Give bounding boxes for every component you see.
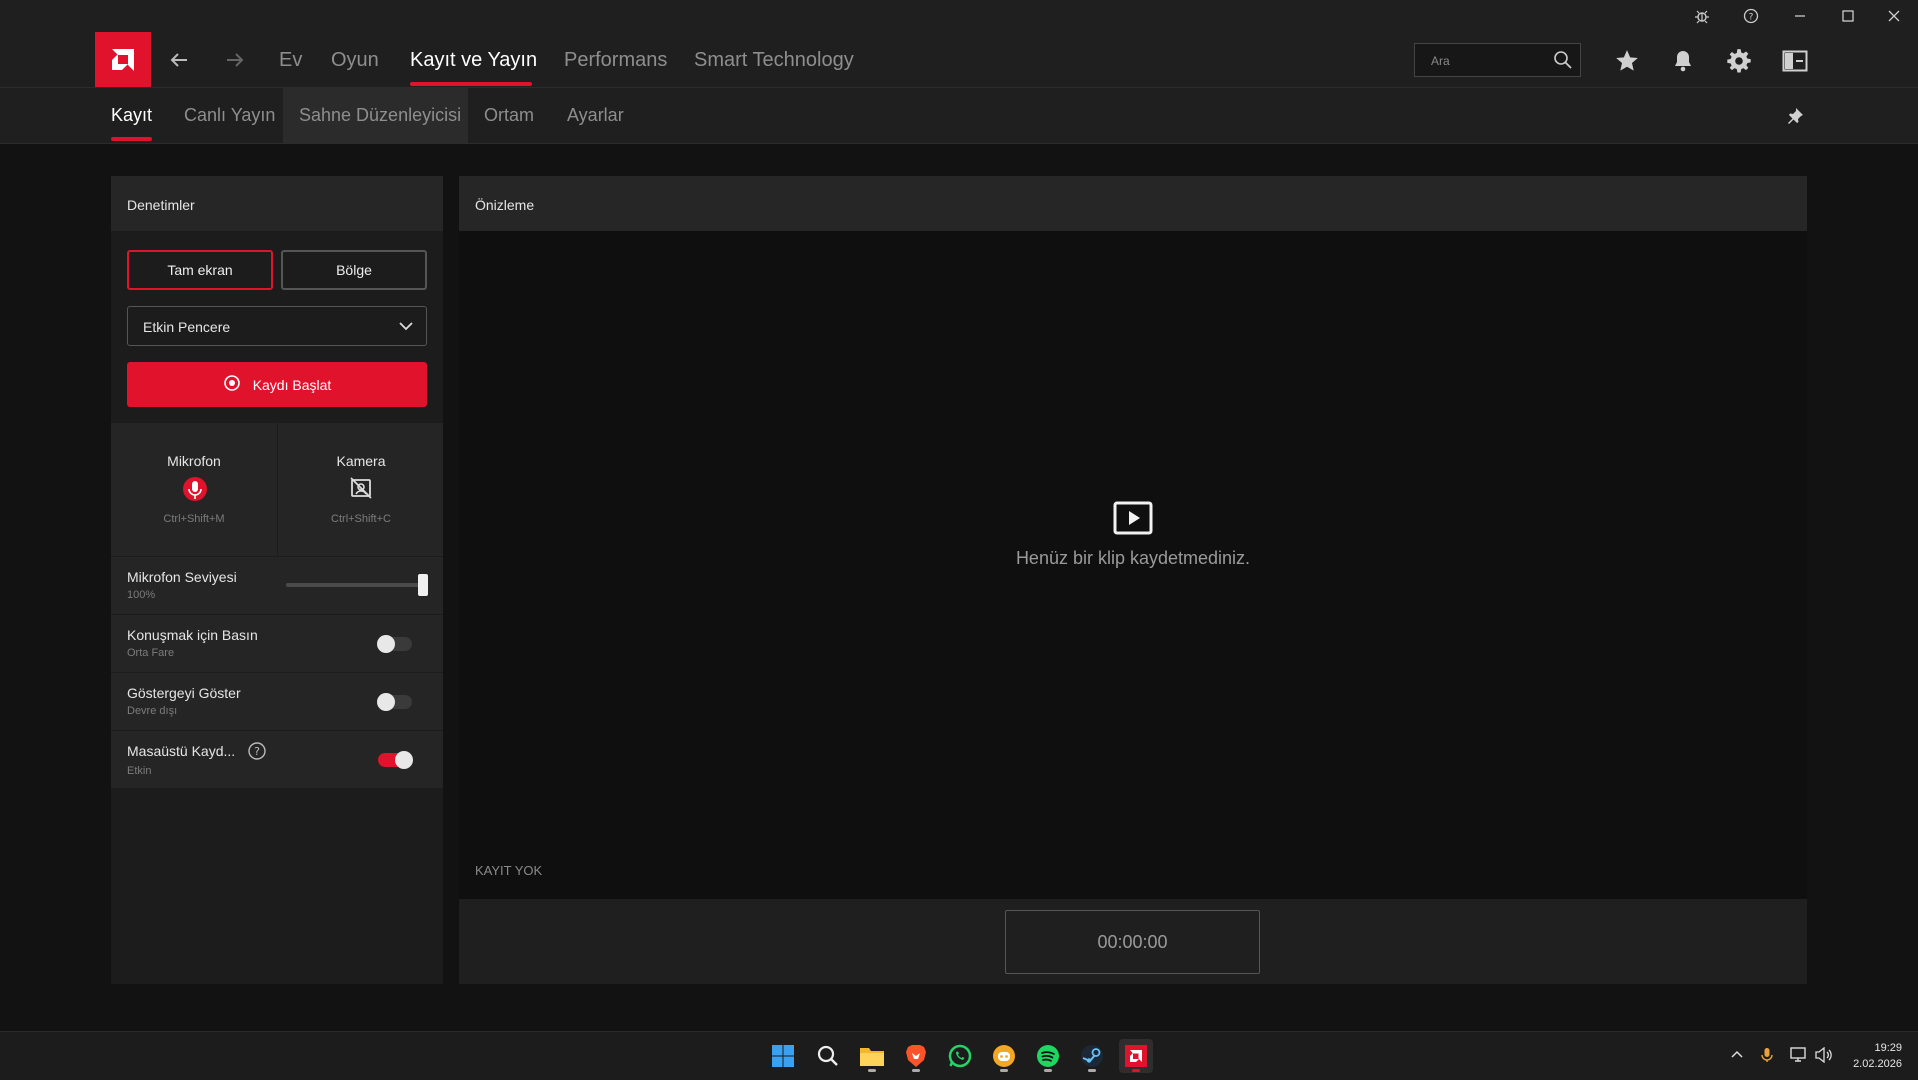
mic-level-row: Mikrofon Seviyesi 100%	[111, 557, 443, 614]
preview-title: Önizleme	[475, 197, 535, 213]
windows-start-icon[interactable]	[766, 1039, 800, 1073]
sidebar-panel-icon[interactable]	[1779, 45, 1811, 77]
nav-tab-gaming[interactable]: Oyun	[331, 49, 379, 72]
show-indicator-label: Göstergeyi Göster	[127, 685, 241, 701]
amd-software-icon[interactable]	[1119, 1039, 1153, 1073]
desktop-record-sub: Etkin	[127, 765, 152, 777]
microphone-tray-icon[interactable]	[1756, 1044, 1778, 1066]
svg-text:?: ?	[1749, 13, 1754, 23]
mic-level-value: 100%	[127, 589, 156, 601]
discord-icon[interactable]	[987, 1039, 1021, 1073]
minimize-icon[interactable]	[1786, 4, 1814, 28]
favorites-star-icon[interactable]	[1611, 45, 1643, 77]
microphone-label: Mikrofon	[167, 453, 221, 469]
region-button[interactable]: Bölge	[281, 250, 427, 290]
recording-status: KAYIT YOK	[475, 863, 543, 878]
push-to-talk-sub: Orta Fare	[127, 647, 175, 659]
forward-arrow-icon[interactable]	[221, 46, 249, 74]
search-icon[interactable]	[1553, 50, 1573, 75]
subtab-settings[interactable]: Ayarlar	[551, 88, 640, 143]
camera-off-icon	[349, 476, 373, 505]
show-indicator-toggle[interactable]	[377, 693, 412, 711]
recording-timer: 00:00:00	[1005, 910, 1260, 974]
nav-active-indicator	[410, 82, 532, 86]
push-to-talk-row: Konuşmak için Basın Orta Fare	[111, 615, 443, 672]
subtab-record[interactable]: Kayıt	[95, 88, 168, 143]
title-bar: ?	[0, 0, 1918, 32]
mic-level-label: Mikrofon Seviyesi	[127, 569, 237, 585]
preview-panel	[459, 176, 1807, 984]
record-icon	[223, 374, 241, 395]
nav-tab-performance[interactable]: Performans	[564, 49, 667, 72]
push-to-talk-label: Konuşmak için Basın	[127, 627, 258, 643]
whatsapp-icon[interactable]	[943, 1039, 977, 1073]
close-icon[interactable]	[1880, 4, 1908, 28]
chevron-down-icon	[398, 318, 414, 339]
microphone-icon	[182, 476, 208, 509]
subnav-active-indicator	[111, 137, 152, 141]
subtab-scene-editor[interactable]: Sahne Düzenleyicisi	[283, 88, 468, 143]
network-icon[interactable]	[1788, 1044, 1810, 1066]
desktop-record-toggle[interactable]	[378, 751, 413, 769]
camera-toggle[interactable]: Kamera Ctrl+Shift+C	[301, 423, 421, 556]
empty-clips-message: Henüz bir klip kaydetmediniz.	[1015, 548, 1251, 568]
maximize-icon[interactable]	[1834, 4, 1862, 28]
taskbar-date[interactable]: 2.02.2026	[1853, 1058, 1902, 1070]
mic-level-slider[interactable]	[286, 583, 423, 587]
search-input[interactable]	[1429, 50, 1553, 72]
settings-gear-icon[interactable]	[1723, 45, 1755, 77]
controls-header: Denetimler	[111, 176, 443, 231]
nav-tab-record-stream[interactable]: Kayıt ve Yayın	[410, 49, 537, 72]
volume-icon[interactable]	[1813, 1044, 1835, 1066]
mic-level-slider-thumb[interactable]	[418, 574, 428, 596]
search-box[interactable]	[1414, 43, 1581, 77]
play-video-icon	[1113, 501, 1153, 540]
media-divider	[277, 423, 278, 556]
subtab-media[interactable]: Ortam	[468, 88, 550, 143]
nav-tab-home[interactable]: Ev	[279, 49, 302, 72]
help-icon[interactable]: ?	[1737, 4, 1765, 28]
notifications-bell-icon[interactable]	[1667, 45, 1699, 77]
camera-label: Kamera	[336, 453, 386, 469]
nav-tab-smart-technology[interactable]: Smart Technology	[694, 49, 854, 72]
fullscreen-button[interactable]: Tam ekran	[127, 250, 273, 290]
window-select-dropdown[interactable]: Etkin Pencere	[127, 306, 427, 346]
preview-header: Önizleme	[459, 176, 1807, 231]
camera-shortcut: Ctrl+Shift+C	[331, 513, 391, 525]
spotify-icon[interactable]	[1031, 1039, 1065, 1073]
steam-icon[interactable]	[1075, 1039, 1109, 1073]
brave-icon[interactable]	[899, 1039, 933, 1073]
amd-logo-icon[interactable]	[95, 32, 151, 87]
taskbar-time[interactable]: 19:29	[1874, 1042, 1902, 1054]
microphone-shortcut: Ctrl+Shift+M	[163, 513, 225, 525]
svg-text:?: ?	[254, 745, 260, 758]
desktop-record-help-icon[interactable]: ?	[247, 741, 267, 766]
subtab-live-stream[interactable]: Canlı Yayın	[168, 88, 291, 143]
controls-title: Denetimler	[127, 197, 195, 213]
desktop-record-row: Masaüstü Kayd... Etkin ?	[111, 731, 443, 788]
start-recording-button[interactable]: Kaydı Başlat	[127, 362, 427, 407]
file-explorer-icon[interactable]	[855, 1039, 889, 1073]
dropdown-value: Etkin Pencere	[143, 319, 231, 335]
show-indicator-sub: Devre dışı	[127, 705, 178, 717]
start-recording-label: Kaydı Başlat	[252, 376, 332, 393]
microphone-toggle[interactable]: Mikrofon Ctrl+Shift+M	[134, 423, 254, 556]
tray-expand-chevron-icon[interactable]	[1726, 1044, 1748, 1066]
pin-icon[interactable]	[1783, 104, 1807, 128]
show-indicator-row: Göstergeyi Göster Devre dışı	[111, 673, 443, 730]
desktop-record-label: Masaüstü Kayd...	[127, 743, 236, 759]
bug-report-icon[interactable]	[1688, 4, 1716, 28]
back-arrow-icon[interactable]	[165, 46, 193, 74]
search-icon[interactable]	[811, 1039, 845, 1073]
push-to-talk-toggle[interactable]	[377, 635, 412, 653]
